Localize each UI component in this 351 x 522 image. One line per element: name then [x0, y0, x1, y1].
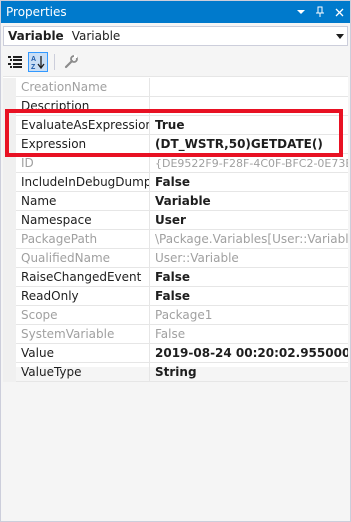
- row-margin: [3, 97, 16, 116]
- property-name: Namespace: [16, 211, 150, 230]
- property-name: Expression: [16, 135, 150, 154]
- window-options-icon[interactable]: [293, 4, 309, 20]
- alphabetical-icon[interactable]: A Z: [28, 52, 48, 72]
- wrench-icon[interactable]: [61, 52, 81, 72]
- property-name: QualifiedName: [16, 249, 150, 268]
- property-value: False: [150, 325, 348, 344]
- window-title: Properties: [6, 5, 67, 19]
- property-value: Package1: [150, 306, 348, 325]
- property-value[interactable]: String: [150, 363, 348, 382]
- property-name: EvaluateAsExpression: [16, 116, 150, 135]
- property-row[interactable]: ReadOnly False: [3, 287, 348, 306]
- property-name: Name: [16, 192, 150, 211]
- property-value[interactable]: True: [150, 116, 348, 135]
- property-row[interactable]: ValueType String: [3, 363, 348, 382]
- property-value[interactable]: False: [150, 173, 348, 192]
- property-row[interactable]: ID {DE9522F9-F28F-4C0F-BFC2-0E73B3: [3, 154, 348, 173]
- property-row[interactable]: RaiseChangedEvent False: [3, 268, 348, 287]
- object-name: Variable: [8, 29, 64, 43]
- property-row[interactable]: Value 2019-08-24 00:20:02.955000000: [3, 344, 348, 363]
- row-margin: [3, 173, 16, 192]
- chevron-down-icon[interactable]: [333, 32, 347, 41]
- property-row[interactable]: Scope Package1: [3, 306, 348, 325]
- property-name: CreationName: [16, 78, 150, 97]
- property-name: SystemVariable: [16, 325, 150, 344]
- property-row[interactable]: SystemVariable False: [3, 325, 348, 344]
- row-margin: [3, 230, 16, 249]
- pin-icon[interactable]: [312, 4, 328, 20]
- row-margin: [3, 78, 16, 97]
- property-row[interactable]: CreationName: [3, 78, 348, 97]
- property-name: ID: [16, 154, 150, 173]
- properties-window: Properties Variable Variable A Z Creatio…: [0, 0, 351, 522]
- property-value: {DE9522F9-F28F-4C0F-BFC2-0E73B3: [150, 154, 348, 173]
- property-value[interactable]: False: [150, 287, 348, 306]
- row-margin: [3, 116, 16, 135]
- row-margin: [3, 154, 16, 173]
- row-margin: [3, 287, 16, 306]
- property-row[interactable]: Expression (DT_WSTR,50)GETDATE(): [3, 135, 348, 154]
- property-name: Value: [16, 344, 150, 363]
- property-value[interactable]: Variable: [150, 192, 348, 211]
- property-value: User::Variable: [150, 249, 348, 268]
- property-value[interactable]: [150, 97, 348, 116]
- property-name: Description: [16, 97, 150, 116]
- row-margin: [3, 192, 16, 211]
- toolbar-separator: [54, 54, 55, 70]
- property-grid: CreationName Description EvaluateAsExpre…: [3, 76, 348, 382]
- property-row[interactable]: QualifiedName User::Variable: [3, 249, 348, 268]
- property-name: ValueType: [16, 363, 150, 382]
- property-name: Scope: [16, 306, 150, 325]
- property-row[interactable]: PackagePath \Package.Variables[User::Var…: [3, 230, 348, 249]
- property-row[interactable]: Description: [3, 97, 348, 116]
- property-name: PackagePath: [16, 230, 150, 249]
- categorized-icon[interactable]: [5, 52, 25, 72]
- property-row[interactable]: Namespace User: [3, 211, 348, 230]
- svg-text:Z: Z: [31, 64, 36, 70]
- property-name: ReadOnly: [16, 287, 150, 306]
- property-row[interactable]: IncludeInDebugDump False: [3, 173, 348, 192]
- object-type: Variable: [71, 29, 121, 43]
- property-toolbar: A Z: [5, 51, 81, 73]
- property-value[interactable]: User: [150, 211, 348, 230]
- row-margin: [3, 306, 16, 325]
- property-value: \Package.Variables[User::Variable]: [150, 230, 348, 249]
- property-value: [150, 78, 348, 97]
- svg-text:A: A: [31, 56, 36, 63]
- close-icon[interactable]: [331, 4, 347, 20]
- property-row[interactable]: Name Variable: [3, 192, 348, 211]
- row-margin: [3, 249, 16, 268]
- property-name: IncludeInDebugDump: [16, 173, 150, 192]
- row-margin: [3, 344, 16, 363]
- row-margin: [3, 268, 16, 287]
- property-value[interactable]: False: [150, 268, 348, 287]
- property-value[interactable]: 2019-08-24 00:20:02.955000000: [150, 344, 348, 363]
- property-row[interactable]: EvaluateAsExpression True: [3, 116, 348, 135]
- property-value[interactable]: (DT_WSTR,50)GETDATE(): [150, 135, 348, 154]
- row-margin: [3, 135, 16, 154]
- object-selector[interactable]: Variable Variable: [3, 26, 348, 46]
- row-margin: [3, 325, 16, 344]
- property-name: RaiseChangedEvent: [16, 268, 150, 287]
- row-margin: [3, 363, 16, 382]
- row-margin: [3, 211, 16, 230]
- title-bar: Properties: [1, 1, 350, 23]
